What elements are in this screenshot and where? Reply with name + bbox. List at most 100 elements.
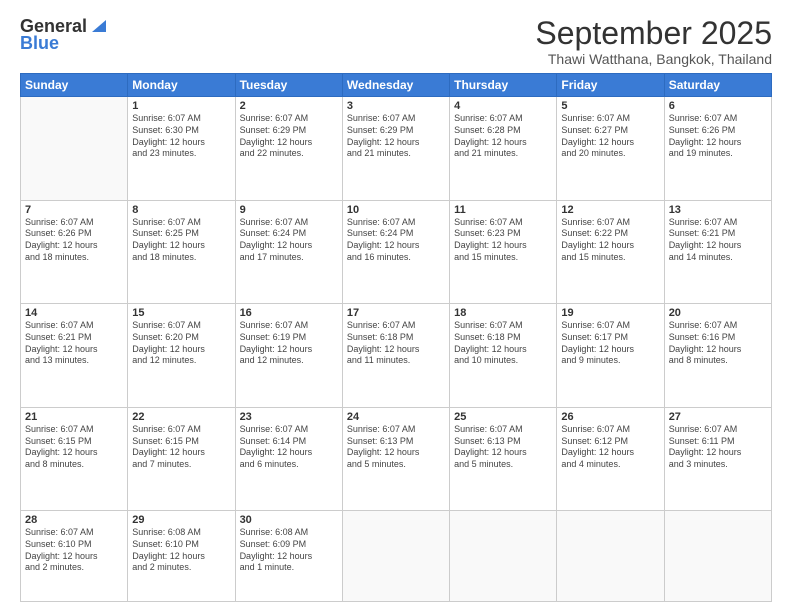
day-info: Sunrise: 6:07 AM Sunset: 6:26 PM Dayligh… — [25, 217, 123, 264]
calendar-cell: 12Sunrise: 6:07 AM Sunset: 6:22 PM Dayli… — [557, 200, 664, 304]
day-number: 24 — [347, 411, 445, 423]
day-number: 20 — [669, 307, 767, 319]
month-title: September 2025 — [535, 16, 772, 51]
day-info: Sunrise: 6:07 AM Sunset: 6:27 PM Dayligh… — [561, 113, 659, 160]
day-number: 21 — [25, 411, 123, 423]
day-info: Sunrise: 6:07 AM Sunset: 6:26 PM Dayligh… — [669, 113, 767, 160]
day-number: 30 — [240, 514, 338, 526]
day-number: 16 — [240, 307, 338, 319]
day-info: Sunrise: 6:08 AM Sunset: 6:09 PM Dayligh… — [240, 527, 338, 574]
day-info: Sunrise: 6:07 AM Sunset: 6:19 PM Dayligh… — [240, 320, 338, 367]
day-number: 26 — [561, 411, 659, 423]
day-info: Sunrise: 6:07 AM Sunset: 6:15 PM Dayligh… — [25, 424, 123, 471]
day-info: Sunrise: 6:07 AM Sunset: 6:18 PM Dayligh… — [454, 320, 552, 367]
day-number: 13 — [669, 204, 767, 216]
calendar-week-row: 7Sunrise: 6:07 AM Sunset: 6:26 PM Daylig… — [21, 200, 772, 304]
calendar-cell: 19Sunrise: 6:07 AM Sunset: 6:17 PM Dayli… — [557, 304, 664, 408]
calendar-cell: 26Sunrise: 6:07 AM Sunset: 6:12 PM Dayli… — [557, 407, 664, 511]
day-info: Sunrise: 6:07 AM Sunset: 6:28 PM Dayligh… — [454, 113, 552, 160]
day-number: 1 — [132, 100, 230, 112]
calendar-cell: 3Sunrise: 6:07 AM Sunset: 6:29 PM Daylig… — [342, 97, 449, 201]
weekday-header-thursday: Thursday — [450, 74, 557, 97]
day-info: Sunrise: 6:07 AM Sunset: 6:10 PM Dayligh… — [25, 527, 123, 574]
title-block: September 2025 Thawi Watthana, Bangkok, … — [535, 16, 772, 67]
calendar-cell: 10Sunrise: 6:07 AM Sunset: 6:24 PM Dayli… — [342, 200, 449, 304]
day-info: Sunrise: 6:07 AM Sunset: 6:25 PM Dayligh… — [132, 217, 230, 264]
calendar-cell: 27Sunrise: 6:07 AM Sunset: 6:11 PM Dayli… — [664, 407, 771, 511]
day-number: 7 — [25, 204, 123, 216]
calendar-cell: 8Sunrise: 6:07 AM Sunset: 6:25 PM Daylig… — [128, 200, 235, 304]
calendar-cell: 23Sunrise: 6:07 AM Sunset: 6:14 PM Dayli… — [235, 407, 342, 511]
day-number: 10 — [347, 204, 445, 216]
location: Thawi Watthana, Bangkok, Thailand — [535, 51, 772, 67]
calendar-cell — [21, 97, 128, 201]
calendar-cell: 7Sunrise: 6:07 AM Sunset: 6:26 PM Daylig… — [21, 200, 128, 304]
day-number: 25 — [454, 411, 552, 423]
calendar-cell: 30Sunrise: 6:08 AM Sunset: 6:09 PM Dayli… — [235, 511, 342, 602]
day-info: Sunrise: 6:07 AM Sunset: 6:15 PM Dayligh… — [132, 424, 230, 471]
calendar-cell: 25Sunrise: 6:07 AM Sunset: 6:13 PM Dayli… — [450, 407, 557, 511]
day-info: Sunrise: 6:07 AM Sunset: 6:23 PM Dayligh… — [454, 217, 552, 264]
calendar-cell: 9Sunrise: 6:07 AM Sunset: 6:24 PM Daylig… — [235, 200, 342, 304]
day-info: Sunrise: 6:07 AM Sunset: 6:13 PM Dayligh… — [347, 424, 445, 471]
day-number: 5 — [561, 100, 659, 112]
day-number: 19 — [561, 307, 659, 319]
day-number: 22 — [132, 411, 230, 423]
day-info: Sunrise: 6:07 AM Sunset: 6:24 PM Dayligh… — [347, 217, 445, 264]
calendar-cell: 6Sunrise: 6:07 AM Sunset: 6:26 PM Daylig… — [664, 97, 771, 201]
day-number: 27 — [669, 411, 767, 423]
day-number: 18 — [454, 307, 552, 319]
day-info: Sunrise: 6:07 AM Sunset: 6:30 PM Dayligh… — [132, 113, 230, 160]
calendar-cell: 18Sunrise: 6:07 AM Sunset: 6:18 PM Dayli… — [450, 304, 557, 408]
calendar-cell: 20Sunrise: 6:07 AM Sunset: 6:16 PM Dayli… — [664, 304, 771, 408]
day-info: Sunrise: 6:07 AM Sunset: 6:12 PM Dayligh… — [561, 424, 659, 471]
day-info: Sunrise: 6:08 AM Sunset: 6:10 PM Dayligh… — [132, 527, 230, 574]
weekday-header-row: SundayMondayTuesdayWednesdayThursdayFrid… — [21, 74, 772, 97]
calendar-cell: 21Sunrise: 6:07 AM Sunset: 6:15 PM Dayli… — [21, 407, 128, 511]
calendar-cell: 29Sunrise: 6:08 AM Sunset: 6:10 PM Dayli… — [128, 511, 235, 602]
day-number: 6 — [669, 100, 767, 112]
day-info: Sunrise: 6:07 AM Sunset: 6:17 PM Dayligh… — [561, 320, 659, 367]
weekday-header-monday: Monday — [128, 74, 235, 97]
day-info: Sunrise: 6:07 AM Sunset: 6:16 PM Dayligh… — [669, 320, 767, 367]
calendar-cell: 13Sunrise: 6:07 AM Sunset: 6:21 PM Dayli… — [664, 200, 771, 304]
day-number: 8 — [132, 204, 230, 216]
day-number: 12 — [561, 204, 659, 216]
day-number: 15 — [132, 307, 230, 319]
page: General Blue September 2025 Thawi Wattha… — [0, 0, 792, 612]
day-info: Sunrise: 6:07 AM Sunset: 6:18 PM Dayligh… — [347, 320, 445, 367]
day-number: 11 — [454, 204, 552, 216]
calendar-week-row: 14Sunrise: 6:07 AM Sunset: 6:21 PM Dayli… — [21, 304, 772, 408]
day-number: 3 — [347, 100, 445, 112]
day-info: Sunrise: 6:07 AM Sunset: 6:22 PM Dayligh… — [561, 217, 659, 264]
weekday-header-sunday: Sunday — [21, 74, 128, 97]
day-number: 14 — [25, 307, 123, 319]
day-info: Sunrise: 6:07 AM Sunset: 6:14 PM Dayligh… — [240, 424, 338, 471]
calendar-cell: 17Sunrise: 6:07 AM Sunset: 6:18 PM Dayli… — [342, 304, 449, 408]
day-number: 23 — [240, 411, 338, 423]
calendar-cell: 2Sunrise: 6:07 AM Sunset: 6:29 PM Daylig… — [235, 97, 342, 201]
calendar-cell: 4Sunrise: 6:07 AM Sunset: 6:28 PM Daylig… — [450, 97, 557, 201]
day-number: 28 — [25, 514, 123, 526]
calendar-cell: 16Sunrise: 6:07 AM Sunset: 6:19 PM Dayli… — [235, 304, 342, 408]
calendar-week-row: 1Sunrise: 6:07 AM Sunset: 6:30 PM Daylig… — [21, 97, 772, 201]
calendar-cell: 22Sunrise: 6:07 AM Sunset: 6:15 PM Dayli… — [128, 407, 235, 511]
day-info: Sunrise: 6:07 AM Sunset: 6:13 PM Dayligh… — [454, 424, 552, 471]
logo-triangle-icon — [88, 16, 106, 34]
calendar-cell: 5Sunrise: 6:07 AM Sunset: 6:27 PM Daylig… — [557, 97, 664, 201]
calendar-table: SundayMondayTuesdayWednesdayThursdayFrid… — [20, 73, 772, 602]
calendar-cell: 28Sunrise: 6:07 AM Sunset: 6:10 PM Dayli… — [21, 511, 128, 602]
calendar-cell: 15Sunrise: 6:07 AM Sunset: 6:20 PM Dayli… — [128, 304, 235, 408]
calendar-cell — [664, 511, 771, 602]
calendar-cell — [342, 511, 449, 602]
calendar-cell — [450, 511, 557, 602]
day-info: Sunrise: 6:07 AM Sunset: 6:21 PM Dayligh… — [25, 320, 123, 367]
calendar-cell: 14Sunrise: 6:07 AM Sunset: 6:21 PM Dayli… — [21, 304, 128, 408]
calendar-week-row: 21Sunrise: 6:07 AM Sunset: 6:15 PM Dayli… — [21, 407, 772, 511]
day-number: 29 — [132, 514, 230, 526]
day-info: Sunrise: 6:07 AM Sunset: 6:24 PM Dayligh… — [240, 217, 338, 264]
calendar-week-row: 28Sunrise: 6:07 AM Sunset: 6:10 PM Dayli… — [21, 511, 772, 602]
weekday-header-saturday: Saturday — [664, 74, 771, 97]
day-number: 2 — [240, 100, 338, 112]
weekday-header-tuesday: Tuesday — [235, 74, 342, 97]
